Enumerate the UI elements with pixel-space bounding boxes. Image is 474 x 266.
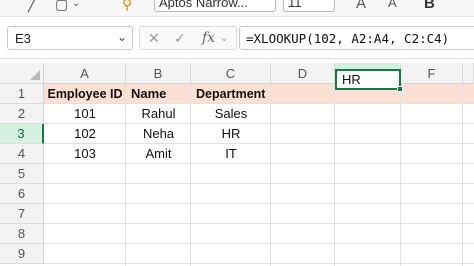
clipboard-icon[interactable]: ▢ — [55, 0, 68, 12]
gridline — [44, 263, 474, 264]
formula-bar: E3 ⌄ ✕ ✓ fx ⌄ =XLOOKUP(102, A2:A4, C2:C4… — [0, 17, 474, 59]
format-painter-icon[interactable]: ╱ — [28, 0, 36, 12]
enter-check-icon[interactable]: ✓ — [174, 30, 186, 47]
gridline — [44, 223, 474, 224]
gridline — [44, 183, 474, 184]
column-header-d[interactable]: D — [271, 63, 335, 84]
name-box[interactable]: E3 ⌄ — [7, 26, 133, 50]
shrink-font-button[interactable]: A — [388, 0, 397, 10]
gridline — [400, 84, 401, 266]
row-header-7[interactable]: 7 — [0, 204, 44, 224]
fill-handle[interactable] — [397, 86, 403, 92]
formula-text: =XLOOKUP(102, A2:A4, C2:C4) — [246, 31, 450, 46]
formula-input[interactable]: =XLOOKUP(102, A2:A4, C2:C4) — [239, 26, 474, 50]
column-header-g[interactable] — [463, 63, 474, 84]
cancel-icon[interactable]: ✕ — [148, 30, 160, 47]
formula-actions: ✕ ✓ fx ⌄ — [139, 26, 237, 50]
row-header-1[interactable]: 1 — [0, 84, 44, 104]
cell-a3[interactable]: 102 — [44, 124, 126, 144]
cell-b1[interactable]: Name — [126, 84, 191, 104]
column-header-c[interactable]: C — [191, 63, 271, 84]
select-all-button[interactable] — [0, 63, 44, 84]
row-header-2[interactable]: 2 — [0, 104, 44, 124]
cell-b4[interactable]: Amit — [126, 144, 191, 164]
column-header-a[interactable]: A — [44, 63, 126, 84]
cell-a2[interactable]: 101 — [44, 104, 126, 124]
spreadsheet-grid: A B C D E F 1 2 3 4 5 6 7 8 9 Employee I… — [0, 63, 474, 266]
active-cell-value: HR — [342, 72, 361, 87]
row-header-9[interactable]: 9 — [0, 244, 44, 264]
bold-button[interactable]: B — [424, 0, 435, 12]
font-name-value: Aptos Narrow... — [159, 0, 248, 10]
font-name-select[interactable]: Aptos Narrow... — [154, 0, 276, 12]
chevron-down-icon[interactable]: ⌄ — [220, 33, 228, 44]
row-header-5[interactable]: 5 — [0, 164, 44, 184]
cell-c4[interactable]: IT — [191, 144, 271, 164]
row-header-3[interactable]: 3 — [0, 124, 44, 144]
cell-b2[interactable]: Rahul — [126, 104, 191, 124]
row-header-8[interactable]: 8 — [0, 224, 44, 244]
font-size-value: 11 — [288, 0, 302, 10]
gridline — [462, 84, 463, 266]
active-cell-e3[interactable]: HR — [335, 69, 403, 92]
cell-a1[interactable]: Employee ID — [44, 84, 126, 104]
cell-c1[interactable]: Department — [191, 84, 271, 104]
grow-font-button[interactable]: A — [356, 0, 366, 12]
row-header-6[interactable]: 6 — [0, 184, 44, 204]
column-header-f[interactable]: F — [401, 63, 463, 84]
select-all-triangle-icon — [30, 70, 40, 80]
gridline — [334, 84, 335, 266]
row-header-4[interactable]: 4 — [0, 144, 44, 164]
cell-a4[interactable]: 103 — [44, 144, 126, 164]
chevron-down-icon[interactable]: ⌄ — [117, 30, 127, 44]
font-size-select[interactable]: 11 — [283, 0, 335, 12]
chevron-down-icon[interactable]: ⌄ — [72, 0, 80, 12]
insert-function-icon[interactable]: fx — [202, 30, 215, 46]
gridline — [44, 243, 474, 244]
column-header-b[interactable]: B — [126, 63, 191, 84]
cell-b3[interactable]: Neha — [126, 124, 191, 144]
gridline — [44, 203, 474, 204]
cell-c3[interactable]: HR — [191, 124, 271, 144]
paintbrush-icon[interactable]: ⚲ — [122, 0, 132, 12]
cell-c2[interactable]: Sales — [191, 104, 271, 124]
name-box-value: E3 — [15, 31, 31, 46]
ribbon-strip: ╱ ▢ ⌄ ⚲ Aptos Narrow... 11 A A B — [0, 0, 474, 17]
